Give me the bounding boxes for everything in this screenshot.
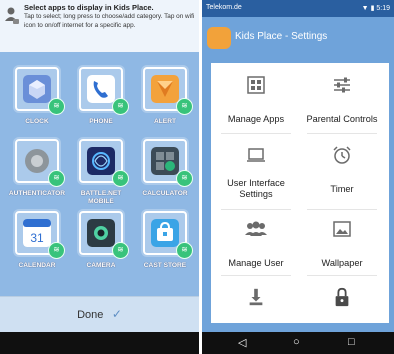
clock-app-icon xyxy=(23,75,51,103)
app-icon-frame: ≋ xyxy=(143,211,193,259)
authenticator-app-icon xyxy=(25,149,49,173)
wallpaper-button[interactable]: Wallpaper xyxy=(302,219,382,269)
app-item-phone[interactable]: ≋ PHONE xyxy=(72,61,130,126)
settings-card: Manage Apps Parental Controls User Inter… xyxy=(211,63,389,323)
status-bar: Telekom.de ▼ ▮ 5:19 xyxy=(202,0,394,17)
wifi-icon[interactable]: ≋ xyxy=(176,170,193,187)
wifi-icon[interactable]: ≋ xyxy=(112,242,129,259)
monitor-icon xyxy=(247,148,265,162)
signal-icon: ▼ xyxy=(361,5,369,12)
battle-net-app-icon xyxy=(87,147,115,175)
calculator-app-icon xyxy=(151,147,179,175)
app-item-authenticator[interactable]: ≋ AUTHENTICATOR xyxy=(8,133,66,198)
wifi-icon[interactable]: ≋ xyxy=(112,170,129,187)
lock-icon xyxy=(335,287,349,307)
grid-icon xyxy=(247,76,265,94)
app-item-calendar[interactable]: 31 ≋ CALENDAR xyxy=(8,205,66,270)
divider xyxy=(307,209,377,210)
clock-time: 5:19 xyxy=(376,5,390,12)
navigation-bar xyxy=(0,332,199,354)
cast-store-app-icon xyxy=(151,219,179,247)
image-icon xyxy=(333,221,351,237)
instructions-title: Select apps to display in Kids Place. xyxy=(24,3,154,12)
divider xyxy=(307,275,377,276)
user-interface-settings-button[interactable]: User Interface Settings xyxy=(216,145,296,200)
camera-app-icon xyxy=(87,219,115,247)
app-label: CALENDAR xyxy=(18,262,56,269)
parental-controls-button[interactable]: Parental Controls xyxy=(302,75,382,125)
sliders-icon xyxy=(334,77,350,93)
wifi-icon[interactable]: ≋ xyxy=(48,170,65,187)
app-icon-frame: ≋ xyxy=(143,67,193,115)
app-label: CLOCK xyxy=(25,118,49,125)
app-item-cast-store[interactable]: ≋ CAST STORE xyxy=(136,205,194,270)
app-item-alert[interactable]: ≋ ALERT xyxy=(136,61,194,126)
tile-label: Parental Controls xyxy=(306,114,378,124)
wifi-icon[interactable]: ≋ xyxy=(48,98,65,115)
settings-screen: Telekom.de ▼ ▮ 5:19 Kids Place - Setting… xyxy=(202,0,394,354)
instructions-header: Select apps to display in Kids Place. Ta… xyxy=(0,0,199,52)
app-label: AUTHENTICATOR xyxy=(8,190,66,197)
navigation-bar: ◁ ○ □ xyxy=(202,332,394,354)
wifi-icon[interactable]: ≋ xyxy=(176,98,193,115)
status-icons: ▼ ▮ 5:19 xyxy=(362,4,390,12)
done-label: Done xyxy=(77,309,104,321)
checkmark-icon: ✓ xyxy=(111,307,122,321)
divider xyxy=(221,275,291,276)
download-icon xyxy=(249,288,263,306)
lock-button[interactable] xyxy=(302,287,382,318)
app-icon-frame: ≋ xyxy=(79,67,129,115)
done-button[interactable]: Done ✓ xyxy=(0,296,199,333)
app-icon-frame: 31 ≋ xyxy=(15,211,65,259)
tile-label: Manage User xyxy=(228,258,284,268)
app-selection-screen: Select apps to display in Kids Place. Ta… xyxy=(0,0,199,354)
tile-label: User Interface Settings xyxy=(227,178,285,199)
wifi-icon[interactable]: ≋ xyxy=(112,98,129,115)
wifi-icon[interactable]: ≋ xyxy=(176,242,193,259)
page-title: Kids Place - Settings xyxy=(235,31,328,42)
tile-label: Manage Apps xyxy=(227,114,285,124)
tile-label: Timer xyxy=(330,184,354,194)
tile-label: Wallpaper xyxy=(321,258,363,268)
home-icon[interactable]: ○ xyxy=(293,336,300,348)
app-icon-frame: ≋ xyxy=(79,211,129,259)
download-button[interactable] xyxy=(216,287,296,318)
divider xyxy=(307,133,377,134)
app-label: ALERT xyxy=(154,118,176,125)
app-grid: ≋ CLOCK ≋ PHONE ≋ ALERT ≋ AUTHENTICATOR … xyxy=(0,55,199,295)
timer-button[interactable]: Timer xyxy=(302,145,382,195)
alert-app-icon xyxy=(151,75,179,103)
carrier-name: Telekom.de xyxy=(206,4,242,11)
divider xyxy=(221,209,291,210)
app-item-calculator[interactable]: ≋ CALCULATOR xyxy=(136,133,194,198)
app-item-camera[interactable]: ≋ CAMERA xyxy=(72,205,130,270)
alarm-clock-icon xyxy=(333,146,351,164)
app-item-clock[interactable]: ≋ CLOCK xyxy=(8,61,66,126)
app-icon-frame: ≋ xyxy=(15,67,65,115)
app-icon-frame: ≋ xyxy=(143,139,193,187)
kids-place-logo[interactable] xyxy=(207,27,231,49)
app-icon-frame: ≋ xyxy=(15,139,65,187)
back-icon[interactable]: ◁ xyxy=(238,336,246,349)
instructions-text: Tap to select; long press to choose/add … xyxy=(24,13,195,29)
wifi-icon[interactable]: ≋ xyxy=(48,242,65,259)
manage-apps-button[interactable]: Manage Apps xyxy=(216,75,296,125)
manage-user-button[interactable]: Manage User xyxy=(216,219,296,269)
app-label: PHONE xyxy=(89,118,113,125)
battery-icon: ▮ xyxy=(370,5,375,12)
user-settings-icon xyxy=(5,7,19,24)
app-label: CAMERA xyxy=(86,262,116,269)
phone-app-icon xyxy=(87,75,115,103)
app-icon-frame: ≋ xyxy=(79,139,129,187)
app-label: BATTLE.NET MOBILE xyxy=(80,190,122,205)
calendar-app-icon: 31 xyxy=(23,219,51,247)
svg-text:31: 31 xyxy=(30,231,44,245)
app-label: CALCULATOR xyxy=(142,190,188,197)
recents-icon[interactable]: □ xyxy=(348,336,355,348)
app-bar: Kids Place - Settings xyxy=(202,17,394,59)
app-label: CAST STORE xyxy=(143,262,187,269)
users-icon xyxy=(245,221,267,236)
divider xyxy=(221,133,291,134)
app-item-battle-net[interactable]: ≋ BATTLE.NET MOBILE xyxy=(72,133,130,206)
